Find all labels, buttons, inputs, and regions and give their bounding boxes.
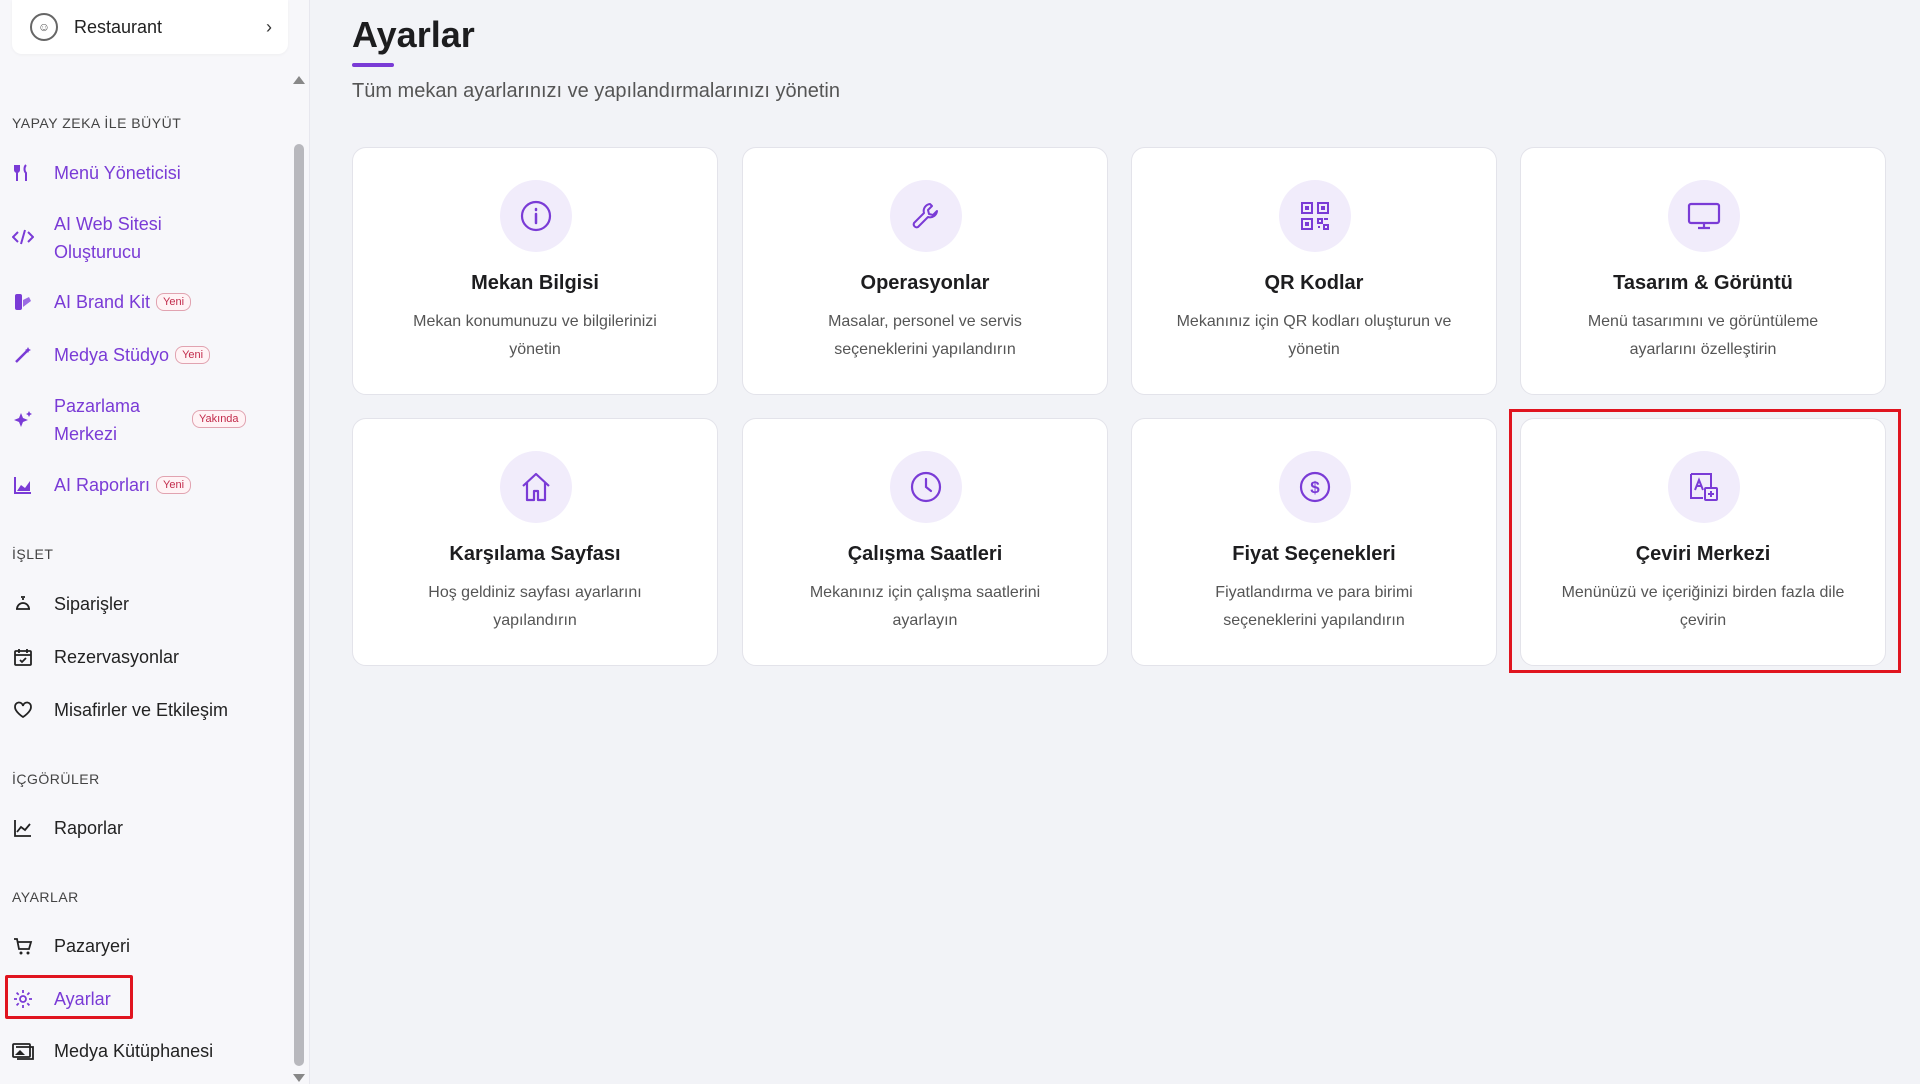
sidebar-item-label: AI Brand Kit xyxy=(54,292,151,312)
card-title: Operasyonlar xyxy=(860,272,990,294)
card-title: Mekan Bilgisi xyxy=(471,272,599,294)
sidebar-item-label: Medya Stüdyo xyxy=(54,345,170,365)
sidebar-item-ai-website[interactable]: AI Web Sitesi Oluşturucu xyxy=(0,210,290,266)
code-icon xyxy=(12,226,34,248)
calendar-icon xyxy=(12,646,34,668)
dollar-icon: $ xyxy=(1279,451,1351,523)
chart-icon xyxy=(12,474,34,496)
card-description: Mekanınız için QR kodları oluşturun ve y… xyxy=(1176,313,1452,358)
card-description: Mekanınız için çalışma saatlerini ayarla… xyxy=(809,584,1041,629)
section-title-ai: YAPAY ZEKA İLE BÜYÜT xyxy=(12,115,182,131)
card-description: Fiyatlandırma ve para birimi seçenekleri… xyxy=(1215,584,1413,629)
sidebar-item-label: Rezervasyonlar xyxy=(54,647,180,667)
scroll-down-arrow[interactable] xyxy=(293,1074,305,1082)
card-title: Karşılama Sayfası xyxy=(449,543,621,565)
card-working-hours[interactable]: Çalışma Saatleri Mekanınız için çalışma … xyxy=(742,418,1108,666)
sidebar-item-label: Raporlar xyxy=(54,818,124,838)
card-title: Tasarım & Görüntü xyxy=(1613,272,1793,294)
card-title: Çalışma Saatleri xyxy=(847,543,1003,565)
sidebar-item-orders[interactable]: Siparişler xyxy=(0,589,290,619)
card-description: Mekan konumunuzu ve bilgilerinizi yöneti… xyxy=(413,313,657,358)
title-underline xyxy=(352,63,394,67)
card-qr-codes[interactable]: QR Kodlar Mekanınız için QR kodları oluş… xyxy=(1131,147,1497,395)
sparkles-icon xyxy=(12,409,34,431)
new-badge: Yeni xyxy=(156,293,192,311)
sidebar-item-label: Misafirler ve Etkileşim xyxy=(54,700,229,720)
bell-icon xyxy=(12,593,34,615)
sidebar-item-menu-manager[interactable]: Menü Yöneticisi xyxy=(0,158,290,188)
card-welcome-page[interactable]: Karşılama Sayfası Hoş geldiniz sayfası a… xyxy=(352,418,718,666)
card-description: Masalar, personel ve servis seçeneklerin… xyxy=(828,313,1022,358)
card-price-options[interactable]: $ Fiyat Seçenekleri Fiyatlandırma ve par… xyxy=(1131,418,1497,666)
scroll-up-arrow[interactable] xyxy=(293,76,305,84)
card-operations[interactable]: Operasyonlar Masalar, personel ve servis… xyxy=(742,147,1108,395)
sidebar: ☺ Restaurant › YAPAY ZEKA İLE BÜYÜT Menü… xyxy=(0,0,310,1084)
sidebar-item-marketplace[interactable]: Pazaryeri xyxy=(0,931,290,961)
wrench-icon xyxy=(890,180,962,252)
card-highlight xyxy=(1509,409,1901,673)
sidebar-item-label: AI Web Sitesi xyxy=(54,214,162,234)
venue-selector[interactable]: ☺ Restaurant › xyxy=(12,0,288,54)
sidebar-item-marketing-center[interactable]: Pazarlama Merkezi Yakında xyxy=(0,392,290,448)
selected-highlight xyxy=(5,975,133,1019)
sidebar-item-label: Medya Kütüphanesi xyxy=(54,1041,214,1061)
home-icon xyxy=(500,451,572,523)
card-design-display[interactable]: Tasarım & Görüntü Menü tasarımını ve gör… xyxy=(1520,147,1886,395)
section-title-insights: İÇGÖRÜLER xyxy=(12,771,100,787)
magic-wand-icon xyxy=(12,344,34,366)
sidebar-item-ai-reports[interactable]: AI Raporları Yeni xyxy=(0,470,290,500)
fork-knife-icon xyxy=(12,162,34,184)
images-icon xyxy=(12,1040,34,1062)
coming-soon-badge: Yakında xyxy=(192,410,246,428)
sidebar-item-guests[interactable]: Misafirler ve Etkileşim xyxy=(0,695,290,725)
sidebar-item-ai-brand-kit[interactable]: AI Brand Kit Yeni xyxy=(0,287,290,317)
venue-logo-icon: ☺ xyxy=(30,13,58,41)
svg-text:$: $ xyxy=(1310,478,1320,497)
page-title: Ayarlar xyxy=(352,14,475,55)
clock-icon xyxy=(890,451,962,523)
page-subtitle: Tüm mekan ayarlarınızı ve yapılandırmala… xyxy=(352,80,840,102)
sidebar-item-reservations[interactable]: Rezervasyonlar xyxy=(0,642,290,672)
sidebar-item-reports[interactable]: Raporlar xyxy=(0,813,290,843)
card-title: QR Kodlar xyxy=(1264,272,1364,294)
section-title-operate: İŞLET xyxy=(12,546,54,562)
card-venue-info[interactable]: Mekan Bilgisi Mekan konumunuzu ve bilgil… xyxy=(352,147,718,395)
chevron-right-icon: › xyxy=(266,16,272,37)
sidebar-item-media-studio[interactable]: Medya Stüdyo Yeni xyxy=(0,340,290,370)
sidebar-item-label: Pazarlama xyxy=(54,396,141,416)
card-description: Menü tasarımını ve görüntüleme ayarların… xyxy=(1587,313,1819,358)
cart-icon xyxy=(12,935,34,957)
palette-icon xyxy=(12,291,34,313)
sidebar-item-label: AI Raporları xyxy=(54,475,151,495)
new-badge: Yeni xyxy=(175,346,211,364)
new-badge: Yeni xyxy=(156,476,192,494)
sidebar-item-label-line2: Oluşturucu xyxy=(54,242,142,262)
sidebar-item-label-line2: Merkezi xyxy=(54,424,118,444)
monitor-icon xyxy=(1668,180,1740,252)
section-title-settings: AYARLAR xyxy=(12,889,79,905)
card-description: Hoş geldiniz sayfası ayarlarını yapıland… xyxy=(428,584,642,629)
heart-icon xyxy=(12,699,34,721)
card-title: Fiyat Seçenekleri xyxy=(1232,543,1396,565)
sidebar-item-label: Pazaryeri xyxy=(54,936,131,956)
sidebar-item-label: Siparişler xyxy=(54,594,130,614)
qr-code-icon xyxy=(1279,180,1351,252)
info-icon xyxy=(500,180,572,252)
venue-name: Restaurant xyxy=(74,16,163,37)
line-chart-icon xyxy=(12,817,34,839)
sidebar-item-label: Menü Yöneticisi xyxy=(54,163,181,183)
sidebar-item-media-library[interactable]: Medya Kütüphanesi xyxy=(0,1036,290,1066)
sidebar-scrollbar[interactable] xyxy=(294,144,304,1066)
